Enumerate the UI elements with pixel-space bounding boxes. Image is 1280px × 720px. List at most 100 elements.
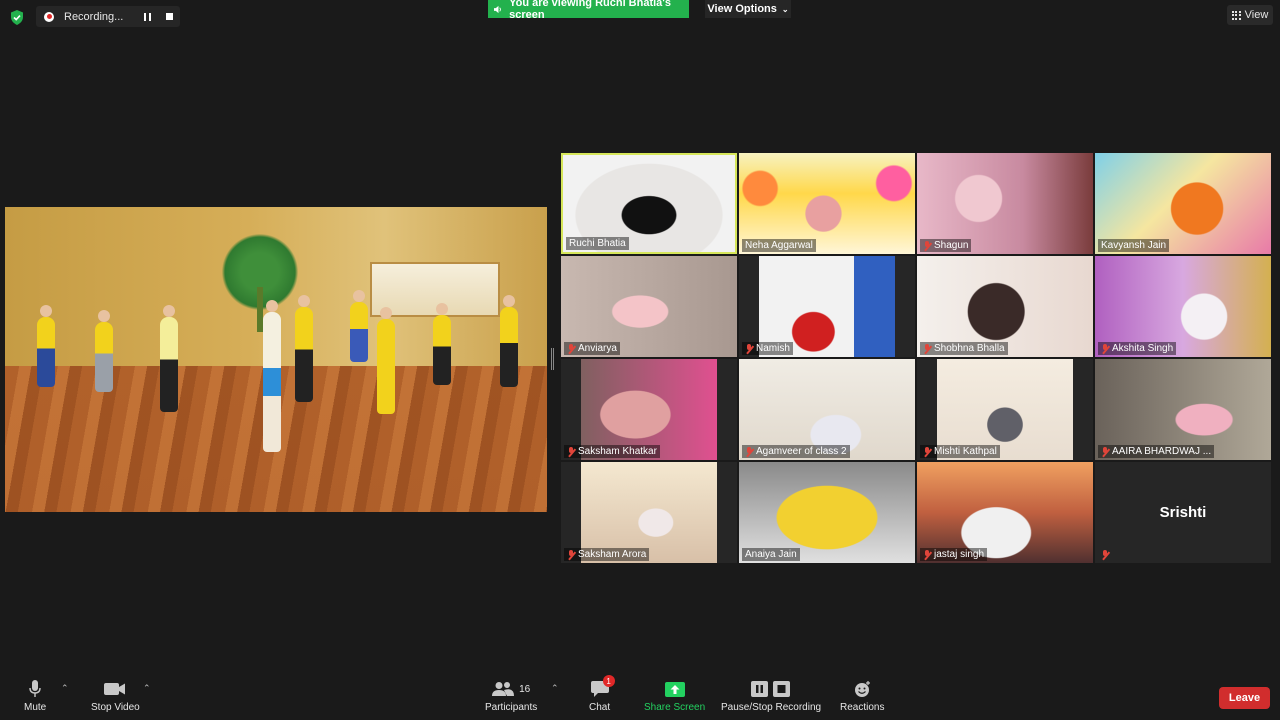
participant-name-label: Saksham Khatkar	[564, 445, 660, 458]
chevron-down-icon: ⌄	[781, 4, 789, 14]
participant-name: Kavyansh Jain	[1101, 240, 1167, 251]
recording-label: Recording...	[64, 10, 124, 23]
participant-tile[interactable]: Shagun	[917, 153, 1093, 254]
participant-tile[interactable]: Neha Aggarwal	[739, 153, 915, 254]
mic-muted-icon	[923, 549, 931, 560]
participant-tile[interactable]: Saksham Arora	[561, 462, 737, 563]
participant-name-label: Shobhna Bhalla	[920, 342, 1008, 355]
mic-muted-icon	[745, 446, 753, 457]
participant-tile[interactable]: Srishti	[1095, 462, 1271, 563]
mute-label: Mute	[24, 702, 47, 713]
security-shield-icon[interactable]	[10, 10, 24, 25]
dancer-figure	[350, 290, 368, 362]
view-label: View	[1244, 9, 1269, 21]
dancer-figure	[500, 295, 518, 387]
participant-tile[interactable]: Anaiya Jain	[739, 462, 915, 563]
view-options-label: View Options	[707, 3, 777, 15]
dancer-figure	[37, 305, 55, 387]
participant-name: Saksham Khatkar	[578, 446, 657, 457]
participants-options-chevron-icon[interactable]: ⌃	[551, 683, 559, 694]
participant-gallery: Ruchi Bhatia Neha Aggarwal Shagun Kavyansh …	[561, 153, 1275, 565]
shared-screen-view[interactable]	[5, 207, 547, 512]
pause-stop-recording-button[interactable]: Pause/Stop Recording	[721, 679, 821, 713]
reactions-smiley-icon	[854, 680, 870, 697]
participant-name-label: Anviarya	[564, 342, 620, 355]
mic-muted-icon	[1101, 343, 1109, 354]
participant-name-label: AAIRA BHARDWAJ ...	[1098, 445, 1215, 458]
dancer-figure	[160, 305, 178, 412]
recording-indicator: Recording...	[36, 6, 180, 27]
participant-tile[interactable]: Namish	[739, 256, 915, 357]
participant-tile[interactable]: AAIRA BHARDWAJ ...	[1095, 359, 1271, 460]
share-screen-icon	[664, 681, 685, 697]
participants-count: 16	[519, 683, 531, 695]
participant-name: Anaiya Jain	[745, 549, 797, 560]
participant-tile[interactable]: Shobhna Bhalla	[917, 256, 1093, 357]
participant-name-label: Mishti Kathpal	[920, 445, 1000, 458]
participant-name-label	[1098, 549, 1115, 561]
participant-name-label: Saksham Arora	[564, 548, 650, 561]
share-screen-label: Share Screen	[644, 702, 706, 713]
gallery-grid-icon	[1231, 10, 1241, 20]
mic-muted-icon	[923, 240, 931, 251]
view-options-dropdown[interactable]: View Options ⌄	[705, 0, 791, 18]
mic-muted-icon	[923, 446, 931, 457]
participant-name: Neha Aggarwal	[745, 240, 813, 251]
participants-icon	[492, 682, 515, 696]
stop-video-button[interactable]: Stop Video	[91, 679, 140, 713]
participant-name: Shagun	[934, 240, 969, 251]
dancer-figure	[377, 307, 395, 414]
stop-icon	[165, 13, 173, 20]
participant-name: jastaj singh	[934, 549, 985, 560]
stop-recording-button[interactable]	[158, 6, 180, 27]
participant-name: AAIRA BHARDWAJ ...	[1112, 446, 1212, 457]
video-options-chevron-icon[interactable]: ⌃	[143, 683, 151, 694]
participant-name: Anviarya	[578, 343, 617, 354]
zoom-meeting-window: Recording... You are viewing Ruchi Bhati…	[0, 0, 1280, 720]
dancer-figure	[95, 310, 113, 392]
microphone-icon	[29, 680, 41, 697]
participant-tile[interactable]: jastaj singh	[917, 462, 1093, 563]
chat-unread-badge: 1	[602, 675, 615, 687]
participant-tile[interactable]: Agamveer of class 2	[739, 359, 915, 460]
reactions-label: Reactions	[840, 702, 885, 713]
participant-tile[interactable]: Kavyansh Jain	[1095, 153, 1271, 254]
participant-name-label: Akshita Singh	[1098, 342, 1177, 355]
chat-label: Chat	[589, 702, 611, 713]
chat-button[interactable]: 1 Chat	[589, 675, 615, 713]
mic-muted-icon	[745, 343, 753, 354]
participant-name-label: jastaj singh	[920, 548, 988, 561]
mic-muted-icon	[567, 343, 575, 354]
pause-recording-button[interactable]	[136, 6, 158, 27]
audio-options-chevron-icon[interactable]: ⌃	[61, 683, 69, 694]
participant-name-label: Namish	[742, 342, 793, 355]
participant-name-label: Ruchi Bhatia	[566, 237, 629, 250]
participant-tile[interactable]: Mishti Kathpal	[917, 359, 1093, 460]
participant-name: Mishti Kathpal	[934, 446, 997, 457]
share-screen-button[interactable]: Share Screen	[644, 679, 705, 713]
mute-button[interactable]: Mute	[24, 679, 46, 713]
pause-stop-recording-icon	[751, 681, 791, 697]
stop-video-label: Stop Video	[91, 702, 140, 713]
participant-name: Akshita Singh	[1112, 343, 1174, 354]
pause-icon	[143, 12, 151, 21]
pause-stop-recording-label: Pause/Stop Recording	[721, 702, 822, 713]
mic-muted-icon	[567, 446, 575, 457]
participant-tile[interactable]: Ruchi Bhatia	[561, 153, 737, 254]
participant-name-large: Srishti	[1159, 504, 1207, 521]
participants-label: Participants	[485, 702, 538, 713]
dancer-figure	[295, 295, 313, 402]
participant-tile[interactable]: Saksham Khatkar	[561, 359, 737, 460]
split-resize-handle[interactable]	[551, 348, 554, 370]
leave-button[interactable]: Leave	[1219, 687, 1270, 709]
participants-button[interactable]: 16 Participants	[485, 679, 537, 713]
participant-name-label: Kavyansh Jain	[1098, 239, 1170, 252]
mic-muted-icon	[567, 549, 575, 560]
mic-muted-icon	[1101, 550, 1109, 560]
recording-dot-icon	[44, 11, 54, 22]
speaker-icon	[494, 5, 501, 13]
participant-tile[interactable]: Akshita Singh	[1095, 256, 1271, 357]
view-layout-button[interactable]: View	[1227, 5, 1273, 25]
participant-tile[interactable]: Anviarya	[561, 256, 737, 357]
reactions-button[interactable]: Reactions	[840, 679, 884, 713]
